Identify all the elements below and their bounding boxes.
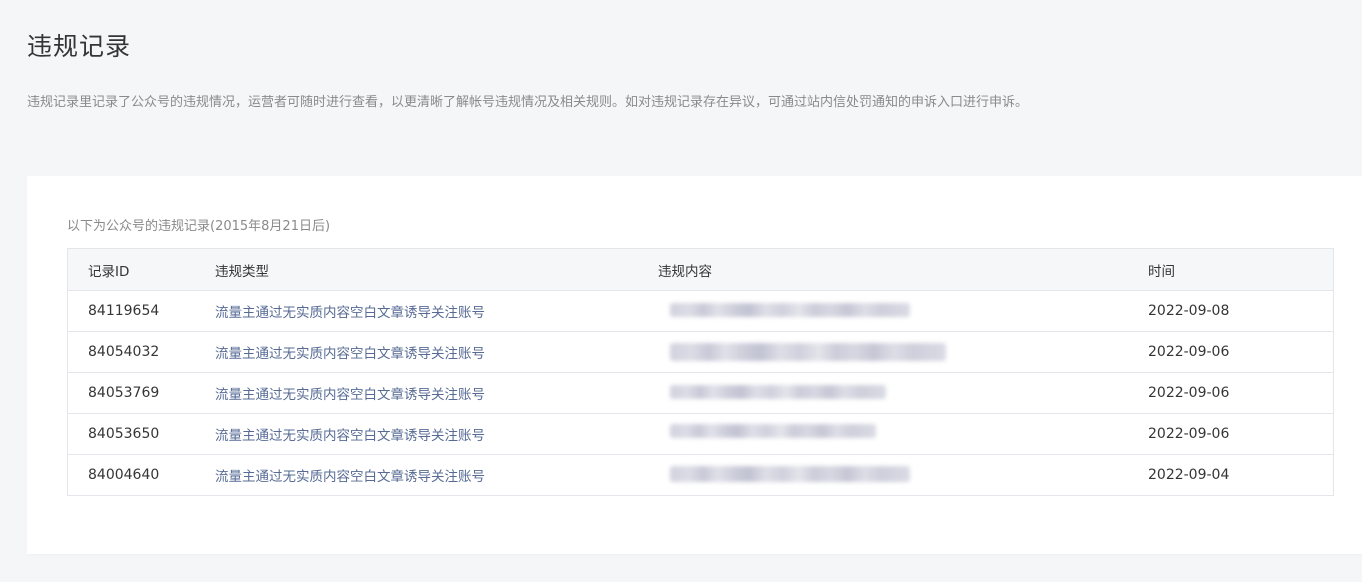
violation-type-link[interactable]: 流量主通过无实质内容空白文章诱导关注账号 bbox=[215, 301, 658, 321]
column-header-violation-content: 违规内容 bbox=[658, 263, 712, 280]
violation-type-link[interactable]: 流量主通过无实质内容空白文章诱导关注账号 bbox=[215, 465, 658, 485]
table-row: 84054032 流量主通过无实质内容空白文章诱导关注账号 2022-09-06 bbox=[68, 331, 1333, 372]
record-id: 84119654 bbox=[88, 303, 160, 319]
record-id: 84053650 bbox=[88, 426, 160, 442]
column-header-time: 时间 bbox=[1148, 263, 1175, 280]
table-header-row: 记录ID 违规类型 违规内容 时间 bbox=[68, 249, 1333, 290]
violation-content-redacted bbox=[658, 414, 1148, 454]
violation-content-redacted bbox=[658, 291, 1148, 331]
redaction-blur bbox=[670, 343, 946, 361]
column-header-record-id: 记录ID bbox=[88, 263, 130, 280]
redaction-blur bbox=[670, 385, 886, 399]
page-header: 违规记录 违规记录里记录了公众号的违规情况，运营者可随时进行查看，以更清晰了解帐… bbox=[27, 30, 1362, 112]
violation-type-text[interactable]: 流量主通过无实质内容空白文章诱导关注账号 bbox=[215, 428, 485, 444]
page-description: 违规记录里记录了公众号的违规情况，运营者可随时进行查看，以更清晰了解帐号违规情况… bbox=[27, 95, 1029, 110]
violation-type-link[interactable]: 流量主通过无实质内容空白文章诱导关注账号 bbox=[215, 342, 658, 362]
record-id: 84053769 bbox=[88, 385, 160, 401]
violation-type-link[interactable]: 流量主通过无实质内容空白文章诱导关注账号 bbox=[215, 424, 658, 444]
table-row: 84053769 流量主通过无实质内容空白文章诱导关注账号 2022-09-06 bbox=[68, 372, 1333, 413]
redaction-blur bbox=[670, 303, 910, 317]
redaction-blur bbox=[670, 424, 876, 438]
record-time: 2022-09-08 bbox=[1148, 303, 1230, 319]
table-row: 84119654 流量主通过无实质内容空白文章诱导关注账号 2022-09-08 bbox=[68, 290, 1333, 331]
violation-type-text[interactable]: 流量主通过无实质内容空白文章诱导关注账号 bbox=[215, 469, 485, 485]
record-time: 2022-09-04 bbox=[1148, 467, 1230, 483]
violation-type-link[interactable]: 流量主通过无实质内容空白文章诱导关注账号 bbox=[215, 383, 658, 403]
record-id: 84054032 bbox=[88, 344, 160, 360]
column-header-violation-type: 违规类型 bbox=[215, 263, 269, 280]
violation-records-table: 记录ID 违规类型 违规内容 时间 84119654 流量主通过无实质内容空白文… bbox=[67, 248, 1334, 496]
record-id: 84004640 bbox=[88, 467, 160, 483]
violation-content-redacted bbox=[658, 455, 1148, 495]
violation-type-text[interactable]: 流量主通过无实质内容空白文章诱导关注账号 bbox=[215, 305, 485, 321]
violation-records-card: 以下为公众号的违规记录(2015年8月21日后) 记录ID 违规类型 违规内容 … bbox=[27, 176, 1362, 554]
table-row: 84004640 流量主通过无实质内容空白文章诱导关注账号 2022-09-04 bbox=[68, 454, 1333, 495]
record-time: 2022-09-06 bbox=[1148, 344, 1230, 360]
violation-content-redacted bbox=[658, 332, 1148, 372]
table-row: 84053650 流量主通过无实质内容空白文章诱导关注账号 2022-09-06 bbox=[68, 413, 1333, 454]
table-caption: 以下为公众号的违规记录(2015年8月21日后) bbox=[67, 219, 331, 234]
violation-content-redacted bbox=[658, 373, 1148, 413]
record-time: 2022-09-06 bbox=[1148, 385, 1230, 401]
violation-type-text[interactable]: 流量主通过无实质内容空白文章诱导关注账号 bbox=[215, 346, 485, 362]
page-title: 违规记录 bbox=[27, 32, 132, 61]
violation-type-text[interactable]: 流量主通过无实质内容空白文章诱导关注账号 bbox=[215, 387, 485, 403]
record-time: 2022-09-06 bbox=[1148, 426, 1230, 442]
redaction-blur bbox=[670, 466, 910, 482]
